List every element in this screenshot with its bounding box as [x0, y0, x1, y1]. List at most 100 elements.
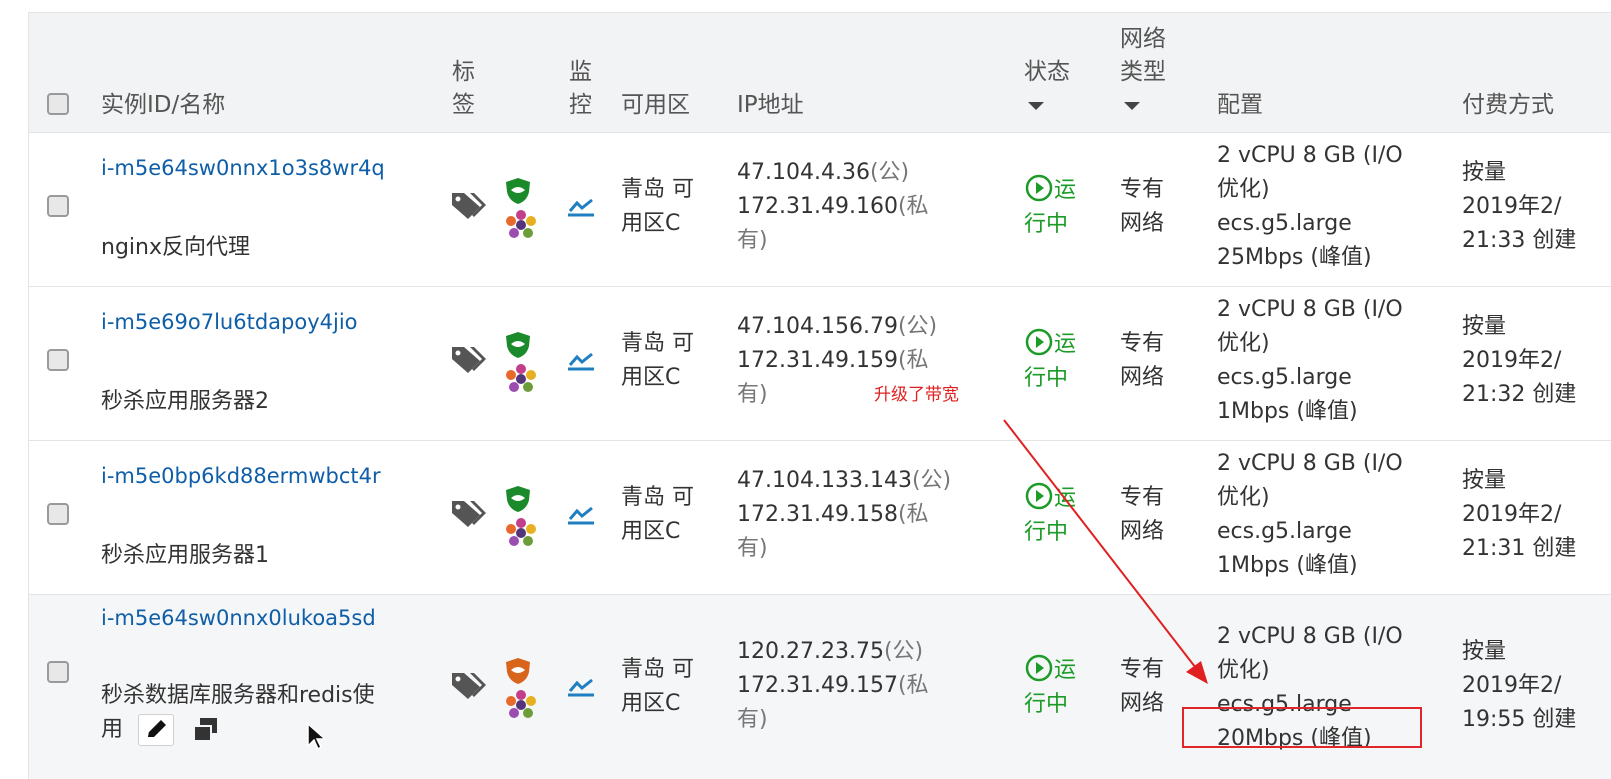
billing-line3: 21:31 创建	[1462, 536, 1577, 561]
table-row: i-m5e69o7lu6tdapoy4jio 秒杀应用服务器2 青岛 可 用区C…	[29, 287, 1611, 441]
network-cell: 专有 网络	[1120, 653, 1164, 721]
billing-line1: 按量	[1462, 160, 1507, 185]
billing-cell: 按量 2019年2/ 19:55 创建	[1462, 635, 1576, 737]
row-checkbox[interactable]	[47, 661, 69, 683]
pencil-icon	[148, 720, 167, 737]
network-line1: 专有	[1120, 485, 1165, 510]
private-ip-kind-cont: 有)	[737, 228, 768, 253]
status-line1: 运	[1054, 486, 1077, 511]
network-cell: 专有 网络	[1120, 481, 1164, 549]
public-ip-kind: (公)	[883, 639, 924, 664]
status-line2: 行中	[1024, 692, 1069, 717]
network-line2: 网络	[1120, 691, 1165, 716]
private-ip-kind-cont: 有)	[737, 707, 768, 732]
config-line1: 2 vCPU 8 GB (I/O	[1217, 624, 1403, 649]
instance-table: 实例ID/名称 标 签 监 控 可用区 IP地址 状态 网络 类型 配置 付费方…	[28, 12, 1611, 779]
monitor-chart-icon[interactable]	[567, 349, 595, 371]
annotation-text: 升级了带宽	[874, 385, 959, 405]
instance-name-line2: 用	[101, 717, 124, 742]
network-line1: 专有	[1120, 657, 1165, 682]
private-ip-kind: (私	[897, 502, 929, 527]
public-ip: 120.27.23.75	[737, 639, 884, 664]
ip-cell: 47.104.4.36(公) 172.31.49.160(私 有)	[737, 156, 929, 258]
tag-icon[interactable]	[450, 345, 486, 375]
row-checkbox[interactable]	[47, 195, 69, 217]
table-row: i-m5e64sw0nnx1o3s8wr4q nginx反向代理 青岛 可 用区…	[29, 133, 1611, 287]
tag-icon[interactable]	[450, 191, 486, 221]
status-line2: 行中	[1024, 366, 1069, 391]
play-circle-icon	[1025, 654, 1053, 682]
network-filter-caret-icon[interactable]	[1124, 102, 1140, 110]
edit-name-button[interactable]	[138, 714, 175, 746]
instance-name: nginx反向代理	[101, 235, 250, 260]
status-line2: 行中	[1024, 212, 1069, 237]
status-running: 运 行中	[1024, 481, 1076, 550]
config-bandwidth: 1Mbps (峰值)	[1217, 553, 1358, 578]
tag-icon[interactable]	[450, 499, 486, 529]
security-shield-icon[interactable]	[505, 331, 531, 359]
instance-id-link[interactable]: i-m5e64sw0nnx0lukoa5sd	[101, 603, 376, 633]
instance-id-link[interactable]: i-m5e0bp6kd88ermwbct4r	[101, 461, 381, 491]
config-line1: 2 vCPU 8 GB (I/O	[1217, 143, 1403, 168]
play-circle-icon	[1025, 328, 1053, 356]
col-tags-line2: 签	[452, 92, 475, 118]
select-all-checkbox[interactable]	[47, 93, 69, 115]
col-ip: IP地址	[737, 92, 804, 118]
status-filter-caret-icon[interactable]	[1028, 102, 1044, 110]
instance-id-link[interactable]: i-m5e64sw0nnx1o3s8wr4q	[101, 153, 385, 183]
config-cell: 2 vCPU 8 GB (I/O 优化) ecs.g5.large 1Mbps …	[1217, 447, 1403, 583]
monitor-chart-icon[interactable]	[567, 195, 595, 217]
instance-name: 秒杀应用服务器2	[101, 389, 269, 414]
network-line1: 专有	[1120, 177, 1165, 202]
security-shield-icon[interactable]	[505, 657, 531, 685]
security-shield-icon[interactable]	[505, 485, 531, 513]
col-network-line2: 类型	[1120, 59, 1166, 85]
billing-cell: 按量 2019年2/ 21:31 创建	[1462, 464, 1576, 566]
zone-cell: 青岛 可 用区C	[621, 481, 694, 549]
play-circle-icon	[1025, 174, 1053, 202]
image-logo-icon	[506, 518, 536, 546]
status-line2: 行中	[1024, 520, 1069, 545]
col-tags-line1: 标	[452, 59, 475, 85]
col-monitor-line1: 监	[569, 59, 592, 85]
private-ip-kind: (私	[897, 348, 929, 373]
col-id-name[interactable]: 实例ID/名称	[101, 89, 225, 122]
public-ip: 47.104.4.36	[737, 160, 870, 185]
config-line2: 优化)	[1217, 177, 1270, 202]
status-line1: 运	[1054, 178, 1077, 203]
zone-line1: 青岛 可	[621, 331, 694, 356]
config-line3: ecs.g5.large	[1217, 519, 1352, 544]
row-checkbox[interactable]	[47, 349, 69, 371]
billing-line2: 2019年2/	[1462, 502, 1562, 527]
monitor-chart-icon[interactable]	[567, 503, 595, 525]
zone-line2: 用区C	[621, 365, 681, 390]
copy-icon[interactable]	[191, 715, 221, 745]
col-status-label: 状态	[1024, 59, 1070, 85]
billing-cell: 按量 2019年2/ 21:33 创建	[1462, 156, 1576, 258]
config-cell: 2 vCPU 8 GB (I/O 优化) ecs.g5.large 25Mbps…	[1217, 139, 1403, 275]
image-logo-icon	[506, 210, 536, 238]
config-line2: 优化)	[1217, 658, 1270, 683]
billing-line2: 2019年2/	[1462, 673, 1562, 698]
public-ip-kind: (公)	[911, 468, 952, 493]
zone-line2: 用区C	[621, 519, 681, 544]
zone-cell: 青岛 可 用区C	[621, 327, 694, 395]
instance-name: 秒杀数据库服务器和redis使 用	[101, 679, 375, 747]
zone-line1: 青岛 可	[621, 177, 694, 202]
config-line2: 优化)	[1217, 485, 1270, 510]
monitor-chart-icon[interactable]	[567, 675, 595, 697]
row-checkbox[interactable]	[47, 503, 69, 525]
col-status[interactable]: 状态	[1024, 56, 1070, 117]
col-network-line1: 网络	[1120, 26, 1166, 52]
security-shield-icon[interactable]	[505, 177, 531, 205]
network-cell: 专有 网络	[1120, 327, 1164, 395]
billing-line1: 按量	[1462, 468, 1507, 493]
private-ip: 172.31.49.160	[737, 194, 898, 219]
network-line2: 网络	[1120, 519, 1165, 544]
private-ip: 172.31.49.158	[737, 502, 898, 527]
tag-icon[interactable]	[450, 671, 486, 701]
public-ip-kind: (公)	[897, 314, 938, 339]
instance-id-link[interactable]: i-m5e69o7lu6tdapoy4jio	[101, 307, 358, 337]
col-network[interactable]: 网络 类型	[1120, 23, 1166, 117]
annotation-highlight-box	[1182, 707, 1422, 748]
